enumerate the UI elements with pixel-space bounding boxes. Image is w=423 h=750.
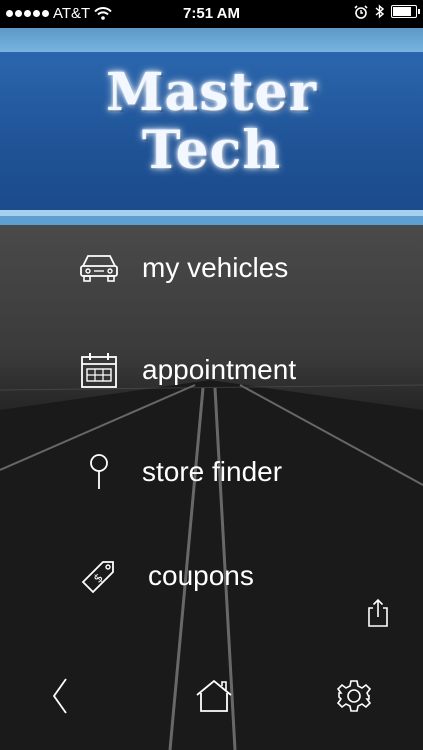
menu-item-label: coupons: [148, 560, 254, 591]
calendar-icon: [78, 349, 120, 391]
menu-item-coupons[interactable]: $ coupons: [78, 546, 378, 606]
home-button[interactable]: [192, 674, 236, 718]
menu-item-label: my vehicles: [142, 252, 289, 283]
status-bar: AT&T 7:51 AM: [0, 0, 423, 28]
back-button[interactable]: [38, 674, 82, 718]
svg-text:$: $: [91, 570, 106, 585]
map-pin-icon: [78, 451, 120, 493]
car-icon: [78, 247, 120, 289]
menu-item-appointment[interactable]: appointment: [78, 340, 378, 400]
share-icon: [368, 598, 388, 627]
header-banner: Master Tech: [0, 28, 423, 225]
logo-line-1: Master: [105, 62, 318, 123]
gear-icon: [336, 680, 372, 712]
battery-icon: [391, 5, 420, 18]
menu-item-label: appointment: [142, 354, 297, 385]
menu-item-label: store finder: [142, 456, 283, 487]
bottom-toolbar: [0, 662, 423, 750]
bluetooth-icon: [375, 4, 384, 19]
menu-item-store-finder[interactable]: store finder: [78, 442, 378, 502]
price-tag-icon: $: [78, 555, 120, 597]
back-chevron-icon: [52, 678, 67, 714]
share-button[interactable]: [366, 598, 390, 628]
alarm-icon: [354, 4, 368, 19]
logo-line-2: Tech: [141, 120, 282, 181]
menu-item-my-vehicles[interactable]: my vehicles: [78, 238, 378, 298]
home-icon: [196, 679, 232, 712]
settings-button[interactable]: [332, 674, 376, 718]
battery-level: [393, 7, 411, 16]
